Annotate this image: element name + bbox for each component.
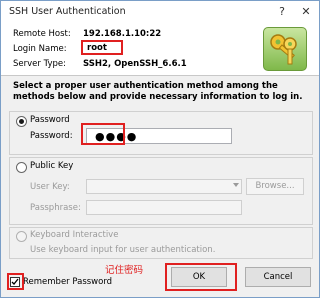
chevron-down-icon: [233, 183, 239, 187]
user-key-label: User Key:: [30, 182, 70, 192]
publickey-radio[interactable]: [16, 162, 27, 173]
login-highlight-box: [81, 40, 123, 55]
publickey-group: Public Key User Key: Browse... Passphras…: [9, 157, 313, 225]
checkbox-highlight-box: [7, 273, 24, 290]
passphrase-input[interactable]: [86, 200, 242, 215]
remote-host-label: Remote Host:: [13, 29, 71, 39]
window-title: SSH User Authentication: [9, 6, 126, 17]
login-name-label: Login Name:: [13, 44, 67, 54]
cancel-button-label: Cancel: [263, 272, 293, 282]
server-type-label: Server Type:: [13, 59, 66, 69]
close-button[interactable]: ✕: [299, 5, 313, 18]
keys-icon: [263, 27, 307, 71]
user-key-select[interactable]: [86, 179, 242, 194]
browse-button-label: Browse...: [255, 181, 295, 191]
password-group: Password Password: ●●●●: [9, 111, 313, 155]
keyboard-interactive-description: Use keyboard input for user authenticati…: [30, 245, 216, 255]
password-field-label: Password:: [30, 131, 73, 141]
publickey-radio-label: Public Key: [30, 161, 74, 171]
instruction-text: Select a proper user authentication meth…: [13, 81, 303, 102]
remember-annotation: 记住密码: [105, 265, 144, 276]
keyboard-interactive-label: Keyboard Interactive: [30, 230, 119, 240]
server-type-value: SSH2, OpenSSH_6.6.1: [83, 59, 187, 69]
ok-highlight-box: [165, 263, 237, 291]
help-button[interactable]: ?: [275, 5, 289, 18]
browse-button[interactable]: Browse...: [246, 178, 304, 195]
password-highlight-box: [81, 123, 125, 145]
ssh-auth-dialog: SSH User Authentication ? ✕ Remote Host:…: [0, 0, 320, 298]
cancel-button[interactable]: Cancel: [245, 267, 311, 287]
remember-password-label: Remember Password: [23, 277, 113, 287]
password-radio-label: Password: [30, 115, 70, 125]
password-radio[interactable]: [16, 116, 27, 127]
keyboard-interactive-group: Keyboard Interactive Use keyboard input …: [9, 227, 313, 259]
remote-host-value: 192.168.1.10:22: [83, 29, 162, 39]
passphrase-label: Passphrase:: [30, 203, 81, 213]
title-bar: SSH User Authentication ? ✕: [1, 1, 319, 23]
keyboard-interactive-radio[interactable]: [16, 231, 27, 242]
